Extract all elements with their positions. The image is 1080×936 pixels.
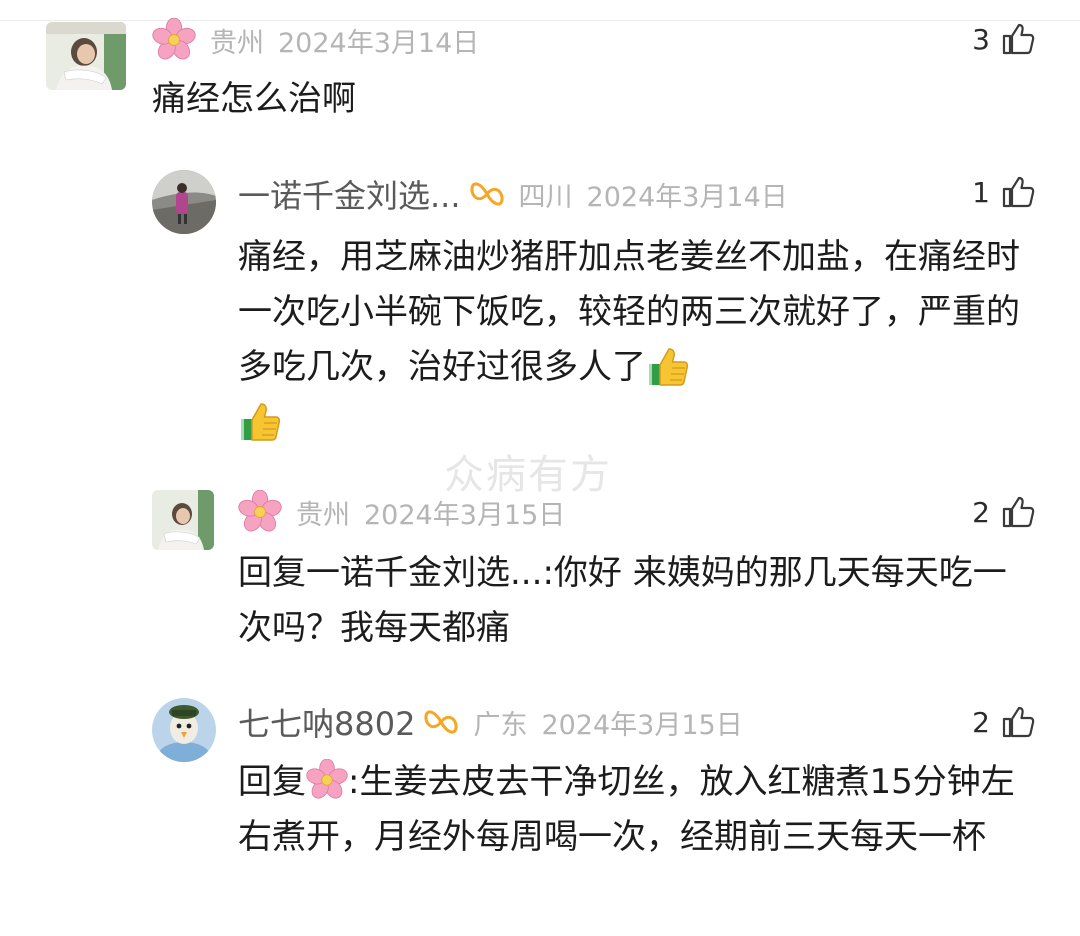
like-button[interactable]: 2	[972, 704, 1036, 740]
date-label: 2024年3月15日	[364, 499, 566, 531]
avatar[interactable]	[152, 170, 216, 234]
avatar[interactable]	[46, 22, 126, 90]
reply-text: 回复一诺千金刘选...:你好 来姨妈的那几天每天吃一次吗？我每天都痛	[238, 546, 1038, 656]
comment-text: 痛经怎么治啊	[152, 79, 356, 119]
thumbs-up-emoji-icon	[646, 344, 690, 388]
flower-icon	[238, 490, 282, 534]
like-count: 2	[972, 705, 990, 739]
reply-body: 痛经，用芝麻油炒猪肝加点老姜丝不加盐，在痛经时一次吃小半碗下饭吃，较轻的两三次就…	[238, 237, 1020, 387]
thumbs-up-icon	[1000, 494, 1036, 530]
reply-prefix: 回复	[238, 553, 306, 593]
region-label: 四川	[518, 181, 573, 213]
thumbs-up-icon	[1000, 704, 1036, 740]
region-label: 广东	[473, 709, 528, 741]
like-button[interactable]: 2	[972, 494, 1036, 530]
reply-text: 回复:生姜去皮去干净切丝，放入红糖煮15分钟左右煮开，月经外每周喝一次，经期前三…	[238, 755, 1038, 865]
like-button[interactable]: 1	[972, 174, 1036, 210]
username[interactable]: 一诺千金刘选...	[238, 171, 461, 217]
like-count: 1	[972, 175, 990, 209]
flower-icon	[152, 18, 196, 62]
flower-icon	[306, 759, 348, 801]
date-label: 2024年3月15日	[541, 709, 743, 741]
vip-badge-icon	[423, 707, 459, 737]
like-button[interactable]: 3	[972, 21, 1036, 57]
avatar-photo	[152, 490, 214, 550]
username[interactable]: 七七呐8802	[238, 699, 415, 745]
like-count: 3	[972, 22, 990, 56]
reply-meta: 七七呐8802 广东 2024年3月15日	[238, 700, 743, 744]
thumbs-up-icon	[1000, 174, 1036, 210]
comment-meta: 贵州 2024年3月14日	[152, 18, 479, 62]
vip-badge-icon	[469, 179, 505, 209]
region-label: 贵州	[296, 499, 350, 531]
avatar[interactable]	[152, 490, 214, 550]
thumbs-up-emoji-icon	[238, 399, 282, 443]
thumbs-up-icon	[1000, 21, 1036, 57]
avatar-photo	[152, 170, 216, 234]
date-label: 2024年3月14日	[586, 181, 788, 213]
reply-text: 痛经，用芝麻油炒猪肝加点老姜丝不加盐，在痛经时一次吃小半碗下饭吃，较轻的两三次就…	[238, 230, 1038, 450]
reply-meta: 一诺千金刘选... 四川 2024年3月14日	[238, 172, 788, 216]
region-label: 贵州	[210, 27, 264, 59]
avatar[interactable]	[152, 698, 216, 762]
like-count: 2	[972, 495, 990, 529]
reply-meta: 贵州 2024年3月15日	[238, 490, 565, 534]
reply-prefix: 回复	[238, 762, 306, 802]
mention-link[interactable]: 一诺千金刘选...	[306, 553, 542, 593]
avatar-photo	[152, 698, 216, 762]
avatar-photo	[46, 22, 126, 90]
reply-body: :生姜去皮去干净切丝，放入红糖煮15分钟左右煮开，月经外每周喝一次，经期前三天每…	[238, 762, 1015, 857]
date-label: 2024年3月14日	[278, 27, 480, 59]
